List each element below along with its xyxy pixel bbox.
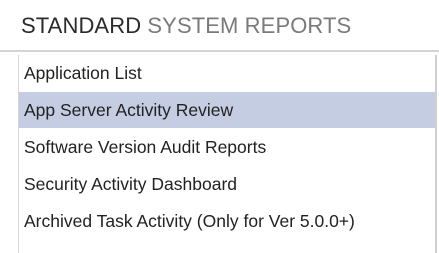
report-item-label: Software Version Audit Reports — [24, 137, 267, 157]
report-item-application-list[interactable]: Application List — [19, 55, 435, 92]
header-title-strong: STANDARD — [21, 13, 142, 38]
panel-header: STANDARD SYSTEM REPORTS — [0, 0, 439, 52]
report-item-label: Application List — [24, 63, 142, 83]
standard-system-reports-panel: STANDARD SYSTEM REPORTS Application List… — [0, 0, 439, 253]
report-item-archived-task-activity[interactable]: Archived Task Activity (Only for Ver 5.0… — [19, 203, 435, 240]
header-title-light: SYSTEM REPORTS — [147, 13, 352, 38]
reports-list-frame: Application List App Server Activity Rev… — [18, 55, 437, 253]
report-item-app-server-activity-review[interactable]: App Server Activity Review — [19, 92, 435, 129]
reports-list: Application List App Server Activity Rev… — [19, 55, 435, 240]
report-item-label: App Server Activity Review — [24, 100, 234, 120]
report-item-label: Security Activity Dashboard — [24, 174, 238, 194]
report-item-label: Archived Task Activity (Only for Ver 5.0… — [24, 211, 355, 231]
report-item-security-activity-dashboard[interactable]: Security Activity Dashboard — [19, 166, 435, 203]
report-item-software-version-audit-reports[interactable]: Software Version Audit Reports — [19, 129, 435, 166]
header-divider — [0, 50, 439, 52]
